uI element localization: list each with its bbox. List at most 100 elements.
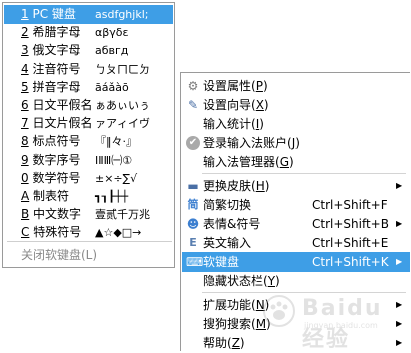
soft-keyboard-item-label: 1 PC 键盘 (21, 5, 76, 24)
context-menu-item[interactable]: 简简繁切换 Ctrl+Shift+F (182, 195, 410, 215)
context-menu-item-label: 输入统计(I) (203, 114, 264, 134)
shortcut-text: Ctrl+Shift+B (312, 217, 389, 231)
shortcut-text: Ctrl+Shift+E (312, 236, 389, 250)
accelerator-key: 9 (21, 152, 29, 167)
shortcut-text: Ctrl+Shift+K (312, 255, 389, 269)
baidu-paw-icon (263, 295, 295, 327)
soft-keyboard-item[interactable]: 8 标点符号 『‖々·』 (4, 132, 173, 151)
item-text: 表情&符号 (203, 217, 261, 231)
item-text: 希腊字母 (28, 25, 81, 40)
soft-keyboard-item[interactable]: 0 数学符号 ±×÷∑√ (4, 169, 173, 188)
context-menu-item[interactable]: ⌨ 软键盘 Ctrl+Shift+K ▶ (182, 252, 410, 272)
close-soft-keyboard-label: 关闭软键盘(L) (21, 248, 98, 262)
item-text: 更换皮肤( (203, 179, 256, 193)
item-text: 制表符 (29, 189, 70, 203)
soft-keyboard-item[interactable]: 7 日文片假名 ァアィイヴ (4, 114, 173, 133)
brush-icon: ▬ (187, 179, 199, 193)
item-text-tail: ) (239, 336, 245, 350)
submenu-arrow-icon: ▶ (396, 181, 403, 190)
english-icon: E (189, 236, 197, 249)
soft-keyboard-item-label: 5 拼音字母 (21, 78, 80, 97)
accelerator-key: Z (231, 336, 240, 350)
item-text: 日文片假名 (28, 116, 93, 131)
soft-keyboard-item-label: 9 数字序号 (21, 151, 80, 170)
context-menu-item-label: 简繁切换 (203, 195, 251, 215)
context-menu-item[interactable]: ⚙ 设置属性(P) (182, 76, 410, 96)
context-menu-item[interactable]: ☻ 表情&符号 Ctrl+Shift+B ▶ (182, 214, 410, 234)
soft-keyboard-item[interactable]: 2 希腊字母 αβγδε (4, 23, 173, 42)
item-text: 日文平假名 (28, 98, 93, 112)
soft-keyboard-item-label: A 制表符 (21, 187, 69, 206)
item-text: 搜狗搜索( (203, 317, 256, 331)
soft-keyboard-item-label: 0 数学符号 (21, 169, 80, 188)
submenu-arrow-icon: ▶ (396, 257, 403, 266)
keyboard-icon: ⌨ (186, 255, 204, 269)
context-menu-item[interactable]: 输入统计(I) (182, 114, 410, 134)
soft-keyboard-item[interactable]: 4 注音符号 ㄅㄆㄇㄈㄉ (4, 60, 173, 79)
soft-keyboard-item-label: 6 日文平假名 (21, 96, 92, 115)
soft-keyboard-sample: asdfghjkl; (95, 8, 149, 21)
accelerator-key: 4 (21, 61, 29, 76)
context-menu-item-label: 搜狗搜索(M) (203, 314, 271, 334)
item-text: 设置属性( (203, 79, 256, 93)
item-text: 拼音字母 (28, 79, 81, 94)
soft-keyboard-sample: 壹贰千万兆 (95, 208, 150, 222)
soft-keyboard-sample: āáǎàō (95, 80, 129, 94)
item-text: 简繁切换 (203, 198, 252, 212)
soft-keyboard-sample: ±×÷∑√ (95, 171, 138, 185)
item-text: 数字序号 (28, 152, 81, 167)
soft-keyboard-item[interactable]: 5 拼音字母 āáǎàō (4, 78, 173, 97)
item-text: 扩展功能( (203, 298, 256, 312)
item-text: 俄文字母 (28, 43, 81, 58)
menu-separator (202, 173, 406, 174)
item-text: PC 键盘 (28, 7, 76, 21)
gear-icon: ⚙ (187, 79, 199, 93)
context-menu-item[interactable]: E 英文输入 Ctrl+Shift+E (182, 233, 410, 253)
item-text: 标点符号 (28, 134, 81, 149)
traditional-icon: 简 (187, 198, 199, 211)
soft-keyboard-sample: 『‖々·』 (95, 135, 137, 149)
item-text: 输入法管理器( (203, 155, 280, 169)
context-menu-item[interactable]: 隐藏状态栏(Y) (182, 271, 410, 291)
close-soft-keyboard-item[interactable]: 关闭软键盘(L) (4, 246, 173, 265)
soft-keyboard-item[interactable]: B 中文数字 壹贰千万兆 (4, 205, 173, 224)
soft-keyboard-item-label: 3 俄文字母 (21, 41, 80, 60)
context-menu-item-label: 软键盘 (203, 252, 239, 272)
item-text-tail: ) (295, 136, 300, 150)
soft-keyboard-sample: αβγδε (95, 26, 129, 40)
accelerator-key: 2 (21, 25, 29, 40)
menu-separator (7, 241, 172, 242)
soft-keyboard-item[interactable]: 9 数字序号 ⅠⅡⅢ㈠① (4, 151, 173, 170)
item-text-tail: ) (264, 179, 270, 193)
context-menu-item-label: 扩展功能(N) (203, 295, 269, 315)
soft-keyboard-item-label: B 中文数字 (21, 205, 81, 224)
soft-keyboard-item-label: C 特殊符号 (21, 223, 81, 242)
soft-keyboard-item[interactable]: 1 PC 键盘 asdfghjkl; (4, 5, 173, 24)
item-text: 特殊符号 (29, 225, 82, 240)
accelerator-key: P (255, 79, 263, 93)
context-menu-item[interactable]: ▬ 更换皮肤(H) ▶ (182, 176, 410, 196)
context-menu-item[interactable]: ✎ 设置向导(X) (182, 95, 410, 115)
accelerator-key: 8 (21, 134, 29, 149)
soft-keyboard-item-label: 7 日文片假名 (21, 114, 92, 133)
item-text: 软键盘 (203, 255, 240, 269)
soft-keyboard-item[interactable]: 6 日文平假名 ぁあぃいぅ (4, 96, 173, 115)
context-menu-item-label: 设置属性(P) (203, 76, 268, 96)
item-text: 输入统计( (203, 117, 256, 131)
submenu-arrow-icon: ▶ (396, 219, 403, 228)
item-text: 数学符号 (28, 170, 81, 185)
wand-icon: ✎ (187, 98, 199, 112)
soft-keyboard-item-label: 2 希腊字母 (21, 23, 80, 42)
soft-keyboard-item[interactable]: A 制表符 ┓┒┠┼┼ (4, 187, 173, 206)
item-text-tail: ) (259, 117, 264, 131)
context-menu-item[interactable]: ✔ 登录输入法账户(J) (182, 133, 410, 153)
soft-keyboard-sample: ァアィイヴ (95, 117, 150, 131)
soft-keyboard-menu: 1 PC 键盘 asdfghjkl; 2 希腊字母 αβγδε 3 俄文字母 абвгд 4… (2, 2, 175, 268)
accelerator-key: 7 (21, 116, 29, 131)
item-text: 登录输入法账户( (203, 136, 292, 150)
item-text: 帮助( (203, 336, 232, 350)
context-menu-item[interactable]: 输入法管理器(G) (182, 152, 410, 172)
soft-keyboard-item[interactable]: C 特殊符号 ▲☆◆□→ (4, 223, 173, 242)
soft-keyboard-item[interactable]: 3 俄文字母 абвгд (4, 41, 173, 60)
item-text: 英文输入 (203, 236, 252, 250)
